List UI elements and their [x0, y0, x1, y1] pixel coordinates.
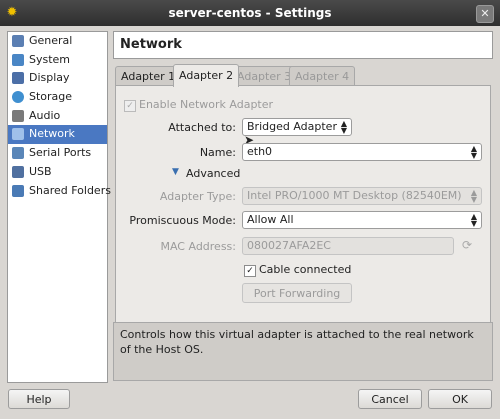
cable-connected-checkbox[interactable]: ✓	[244, 265, 256, 277]
adapter-type-value: Intel PRO/1000 MT Desktop (82540EM)	[247, 189, 462, 202]
speaker-icon	[12, 109, 24, 122]
attached-to-select[interactable]: Bridged Adapter ▲ ▼	[242, 118, 352, 136]
tab-adapter-3[interactable]: Adapter 3	[231, 66, 298, 86]
window-title: server-centos - Settings	[168, 6, 332, 20]
tab-adapter-1[interactable]: Adapter 1	[115, 66, 182, 86]
name-value: eth0	[247, 145, 273, 158]
title-bar: ✹ server-centos - Settings ✕	[0, 0, 500, 26]
ok-button[interactable]: OK	[428, 389, 492, 409]
sidebar-item-label: Display	[29, 71, 70, 85]
settings-sidebar: General System Display Storage Audio Net…	[7, 31, 111, 383]
sidebar-item-label: System	[29, 52, 71, 66]
sidebar-item-general[interactable]: General	[8, 32, 107, 51]
system-icon	[12, 53, 24, 66]
enable-adapter-label: Enable Network Adapter	[139, 98, 274, 111]
network-icon	[12, 128, 24, 141]
sidebar-item-label: Shared Folders	[29, 183, 111, 197]
cancel-button[interactable]: Cancel	[358, 389, 422, 409]
enable-adapter-checkbox[interactable]: ✓	[124, 100, 136, 112]
name-select[interactable]: eth0 ▲ ▼	[242, 143, 482, 161]
sidebar-item-audio[interactable]: Audio	[8, 107, 107, 126]
select-arrows-icon: ▲ ▼	[340, 119, 347, 135]
cable-connected-label: Cable connected	[259, 263, 352, 276]
mac-address-field[interactable]: 080027AFA2EC	[242, 237, 454, 255]
close-icon[interactable]: ✕	[476, 5, 494, 23]
adapter-type-select[interactable]: Intel PRO/1000 MT Desktop (82540EM) ▲ ▼	[242, 187, 482, 205]
name-label: Name:	[199, 146, 236, 159]
description-panel: Controls how this virtual adapter is att…	[113, 322, 493, 381]
sidebar-item-shared-folders[interactable]: Shared Folders	[8, 182, 111, 201]
promiscuous-mode-label: Promiscuous Mode:	[129, 214, 236, 227]
sidebar-item-label: General	[29, 34, 73, 47]
advanced-expander-icon[interactable]: ▼	[172, 167, 179, 177]
sidebar-item-system[interactable]: System	[8, 51, 107, 70]
sidebar-item-label: Storage	[29, 90, 73, 104]
promiscuous-mode-select[interactable]: Allow All ▲ ▼	[242, 211, 482, 229]
sidebar-item-usb[interactable]: USB	[8, 163, 107, 182]
display-icon	[12, 72, 24, 85]
refresh-mac-icon[interactable]: ⟳	[462, 238, 472, 252]
mac-address-label: MAC Address:	[160, 240, 236, 253]
sidebar-item-label: Network	[29, 127, 75, 141]
attached-to-label: Attached to:	[168, 121, 236, 134]
select-arrows-icon: ▲ ▼	[470, 212, 477, 228]
general-icon	[12, 35, 24, 47]
sidebar-item-storage[interactable]: Storage	[8, 88, 107, 107]
page-title: Network	[120, 37, 182, 52]
advanced-toggle[interactable]: Advanced	[186, 167, 240, 180]
tab-adapter-2[interactable]: Adapter 2	[173, 64, 240, 87]
help-button[interactable]: Help	[8, 389, 70, 409]
promiscuous-mode-value: Allow All	[247, 213, 294, 226]
attached-to-value: Bridged Adapter	[247, 120, 337, 133]
sidebar-item-label: Audio	[29, 108, 61, 122]
tab-adapter-4[interactable]: Adapter 4	[289, 66, 356, 86]
adapter-panel: ✓ Enable Network Adapter Attached to: Br…	[115, 85, 491, 343]
sidebar-item-display[interactable]: Display	[8, 69, 107, 88]
sidebar-item-label: USB	[29, 164, 52, 178]
mac-address-value: 080027AFA2EC	[247, 239, 331, 252]
sidebar-item-label: Serial Ports	[29, 146, 92, 160]
select-arrows-icon: ▲ ▼	[470, 144, 477, 160]
folder-icon	[12, 184, 24, 197]
port-forwarding-button[interactable]: Port Forwarding	[242, 283, 352, 303]
adapter-type-label: Adapter Type:	[159, 190, 236, 203]
usb-icon	[12, 165, 24, 178]
select-arrows-icon: ▲ ▼	[470, 188, 477, 204]
storage-icon	[12, 91, 24, 104]
page-header: Network	[113, 31, 493, 59]
sidebar-item-network[interactable]: Network	[8, 125, 107, 145]
serial-port-icon	[12, 147, 24, 160]
sidebar-item-serial-ports[interactable]: Serial Ports	[8, 144, 107, 163]
